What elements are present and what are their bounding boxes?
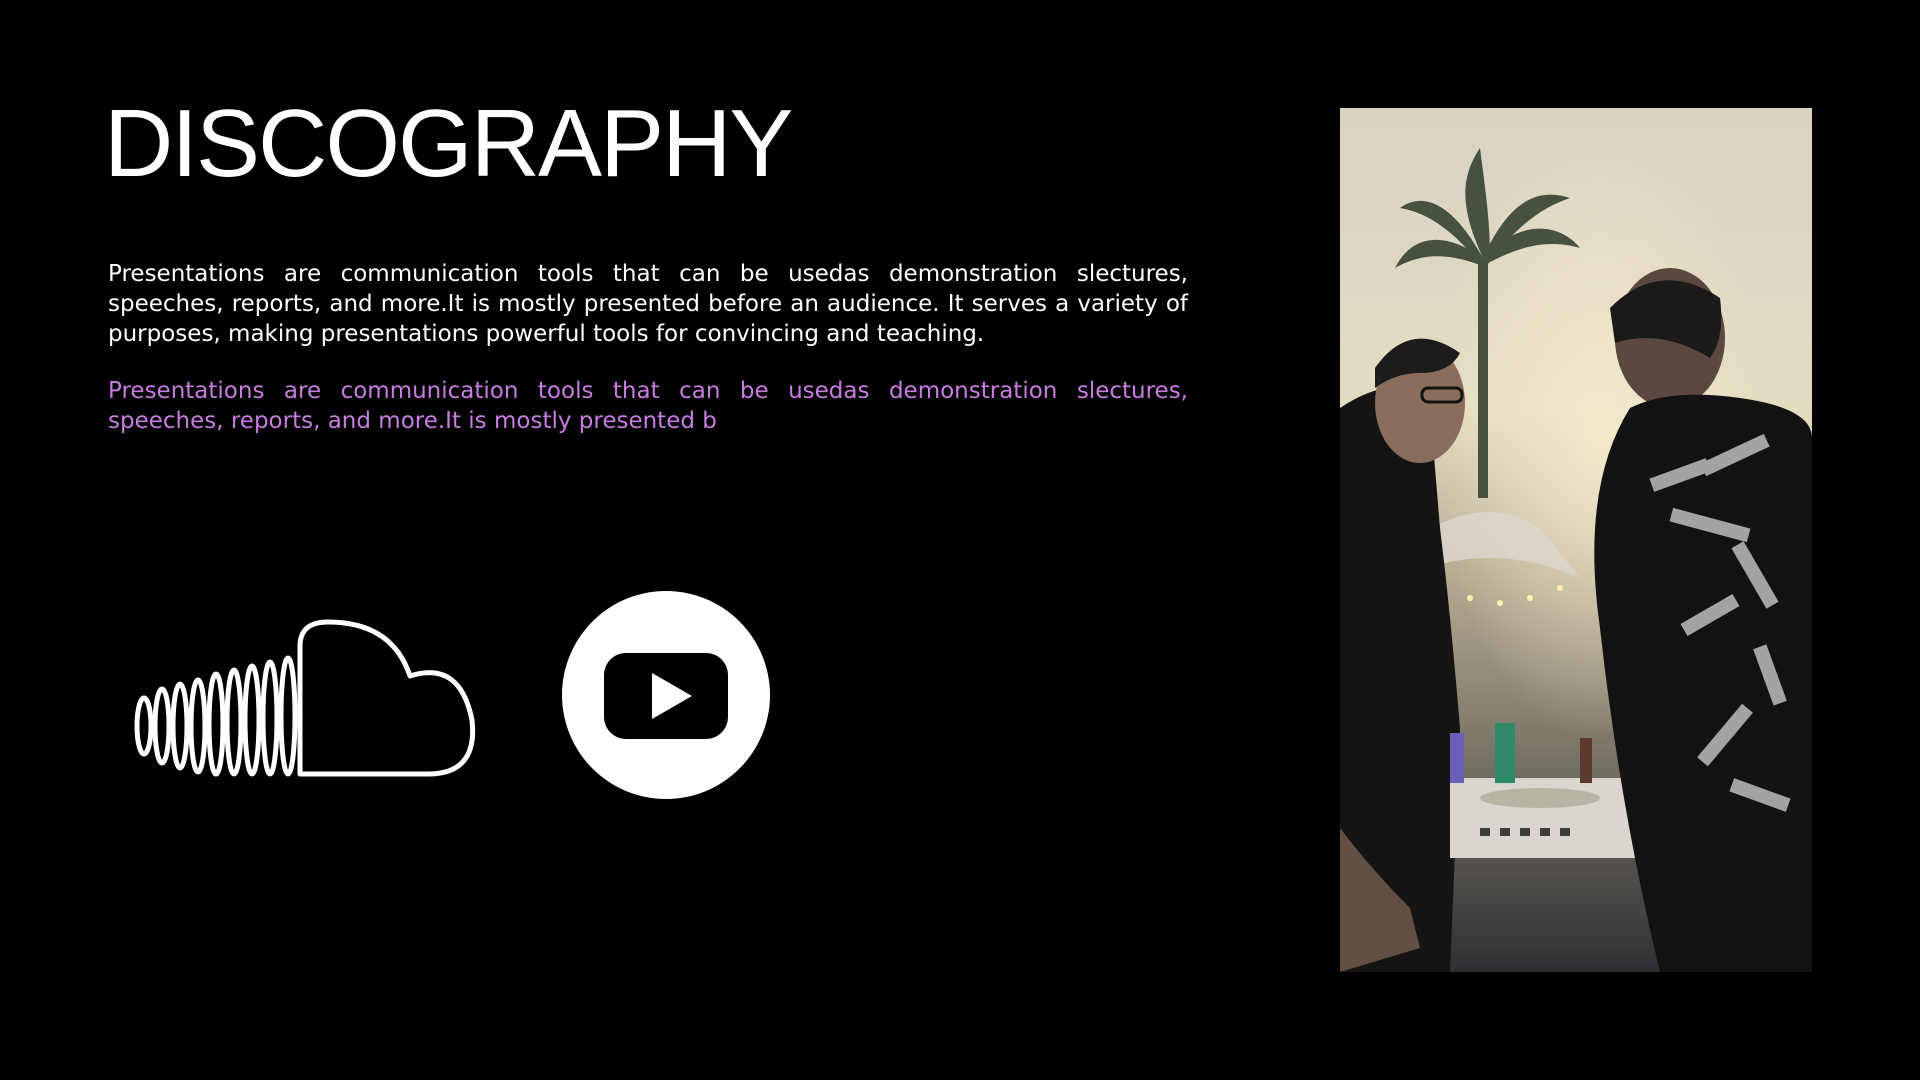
youtube-icon[interactable] [562, 591, 770, 799]
soundcloud-icon[interactable] [128, 616, 478, 781]
slide: DISCOGRAPHY Presentations are communicat… [0, 0, 1920, 1080]
page-title: DISCOGRAPHY [104, 90, 793, 197]
body-paragraph: Presentations are communication tools th… [108, 261, 1188, 347]
accent-paragraph: Presentations are communication tools th… [108, 378, 1188, 434]
dj-photo [1340, 108, 1812, 972]
